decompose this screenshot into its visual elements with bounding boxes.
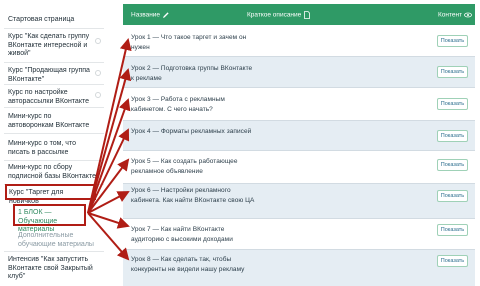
table-row: Урок 7 — Как найти ВКонтакте аудиторию с…	[123, 219, 475, 249]
status-circle-icon	[95, 92, 101, 98]
column-header-description[interactable]: Краткое описание	[247, 11, 311, 20]
lesson-title[interactable]: Урок 5 — Как создать работающее рекламно…	[131, 157, 256, 176]
pencil-icon	[162, 12, 169, 18]
sidebar-item-start-page[interactable]: Стартовая страница	[8, 16, 104, 25]
show-button[interactable]: Показать	[437, 255, 468, 267]
divider	[4, 28, 104, 29]
divider	[4, 133, 104, 134]
status-circle-icon	[95, 70, 101, 76]
annotation-highlight-box	[13, 204, 86, 226]
document-icon	[304, 11, 310, 19]
show-button[interactable]: Показать	[437, 130, 468, 142]
sidebar-item-course-autosend[interactable]: Курс по настройке авторассылки ВКонтакте	[8, 89, 94, 106]
sidebar: Стартовая страница Курс "Как сделать гру…	[0, 0, 110, 286]
table-row: Урок 2 — Подготовка группы ВКонтакте к р…	[123, 57, 475, 87]
divider	[4, 84, 104, 85]
sidebar-item-mini-course-funnels[interactable]: Мини-курс по автоворонкам ВКонтакте	[8, 113, 94, 130]
show-button[interactable]: Показать	[437, 190, 468, 202]
lesson-title[interactable]: Урок 4 — Форматы рекламных записей	[131, 127, 256, 137]
sidebar-item-course-selling-group[interactable]: Курс "Продающая группа ВКонтакте"	[8, 67, 94, 84]
lesson-title[interactable]: Урок 2 — Подготовка группы ВКонтакте к р…	[131, 64, 256, 83]
show-button[interactable]: Показать	[437, 66, 468, 78]
show-button[interactable]: Показать	[437, 224, 468, 236]
table-row: Урок 1 — Что такое таргет и зачем он нуж…	[123, 25, 475, 56]
sidebar-item-intensive-club[interactable]: Интенсив "Как запустить ВКонтакте свой З…	[8, 256, 98, 282]
table-row: Урок 3 — Работа с рекламным кабинетом. С…	[123, 88, 475, 120]
lesson-title[interactable]: Урок 1 — Что такое таргет и зачем он нуж…	[131, 33, 256, 52]
table-row: Урок 5 — Как создать работающее рекламно…	[123, 151, 475, 183]
show-button[interactable]: Показать	[437, 98, 468, 110]
divider	[4, 251, 104, 252]
table-row: Урок 8 — Как сделать так, чтобы конкурен…	[123, 250, 475, 286]
show-button[interactable]: Показать	[437, 35, 468, 47]
lessons-table: Название Краткое описание Контент Урок 1…	[123, 4, 475, 286]
sidebar-item-course-lively-group[interactable]: Курс "Как сделать группу ВКонтакте интер…	[8, 33, 94, 59]
eye-icon	[463, 12, 472, 18]
column-header-content[interactable]: Контент	[438, 11, 472, 20]
lesson-title[interactable]: Урок 3 — Работа с рекламным кабинетом. С…	[131, 95, 256, 114]
lesson-title[interactable]: Урок 7 — Как найти ВКонтакте аудиторию с…	[131, 225, 256, 244]
status-circle-icon	[95, 38, 101, 44]
table-row: Урок 4 — Форматы рекламных записей Показ…	[123, 121, 475, 150]
annotation-highlight-box	[5, 184, 96, 200]
sidebar-item-mini-course-subscribers[interactable]: Мини-курс по сбору подписной базы ВКонта…	[8, 164, 98, 181]
show-button[interactable]: Показать	[437, 159, 468, 171]
table-header: Название Краткое описание Контент	[123, 4, 475, 25]
divider	[4, 62, 104, 63]
table-row: Урок 6 — Настройки рекламного кабинета. …	[123, 184, 475, 218]
lesson-title[interactable]: Урок 6 — Настройки рекламного кабинета. …	[131, 186, 256, 205]
divider	[4, 160, 104, 161]
sidebar-item-mini-course-writing[interactable]: Мини-курс о том, что писать в рассылке	[8, 140, 94, 157]
divider	[4, 107, 104, 108]
sidebar-subitem-extra-materials[interactable]: Дополнительные обучающие материалы	[18, 232, 98, 249]
lesson-title[interactable]: Урок 8 — Как сделать так, чтобы конкурен…	[131, 255, 256, 274]
column-header-title[interactable]: Название	[131, 11, 170, 20]
